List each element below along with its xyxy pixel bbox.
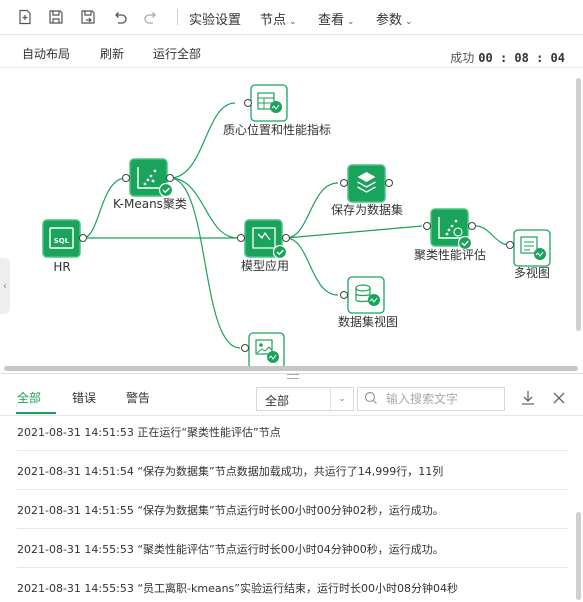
chevron-down-icon: ⌄: [289, 17, 297, 27]
splitter-grip-icon[interactable]: [287, 374, 299, 379]
log-entry: 2021-08-31 14:51:54 “保存为数据集”节点数据加载成功，共运行…: [17, 465, 444, 478]
menu-params[interactable]: 参数 ⌄: [376, 9, 413, 28]
menu-label: 参数: [376, 13, 403, 28]
menu-label: 节点: [260, 13, 287, 28]
log-list: 2021-08-31 14:51:53 正在运行“聚类性能评估”节点 2021-…: [0, 416, 583, 602]
svg-text:SQL: SQL: [54, 237, 70, 245]
workflow-canvas[interactable]: SQL HR K-Means聚类 质心位置和性能指标 模型应用 保存为数据集 数…: [0, 68, 583, 370]
tab-errors[interactable]: 错误: [72, 389, 96, 406]
run-all-button[interactable]: 运行全部: [153, 45, 201, 62]
workflow-graph: SQL: [42, 84, 551, 369]
chevron-down-icon: ⌄: [405, 17, 413, 27]
node-cluster-eval[interactable]: [423, 208, 476, 251]
log-entry: 2021-08-31 14:51:55 “保存为数据集”节点运行时长00小时00…: [17, 504, 444, 517]
menu-view[interactable]: 查看 ⌄: [318, 9, 355, 28]
run-status-label: 成功: [450, 51, 475, 65]
canvas-horizontal-scrollbar[interactable]: [4, 366, 578, 371]
new-file-icon[interactable]: [14, 6, 36, 28]
node-label-hr: HR: [53, 260, 71, 274]
sidebar-collapse-handle[interactable]: ‹: [0, 258, 10, 314]
log-divider: [17, 489, 568, 490]
log-search: [357, 387, 505, 411]
node-label-cluster-eval: 聚类性能评估: [413, 248, 486, 262]
close-icon[interactable]: [550, 389, 570, 409]
run-status: 成功 00 : 08 : 04: [450, 49, 565, 66]
canvas-actions-bar: 自动布局 刷新 运行全部 成功 00 : 08 : 04: [0, 35, 583, 68]
tab-all[interactable]: 全部: [17, 389, 41, 406]
node-label-model-apply: 模型应用: [240, 259, 289, 273]
node-label-dataset-view: 数据集视图: [337, 315, 398, 329]
log-entry: 2021-08-31 14:51:53 正在运行“聚类性能评估”节点: [17, 426, 281, 439]
elapsed-time: 00 : 08 : 04: [478, 51, 565, 65]
log-filter-select[interactable]: 全部 ⌄: [256, 387, 354, 411]
download-icon[interactable]: [519, 389, 539, 409]
undo-icon[interactable]: [109, 6, 131, 28]
toolbar: 实验设置 节点 ⌄ 查看 ⌄ 参数 ⌄: [0, 0, 583, 35]
node-save-dataset[interactable]: [340, 164, 393, 203]
edge-kmeans-centroid: [169, 102, 236, 179]
menu-label: 查看: [318, 13, 345, 28]
refresh-button[interactable]: 刷新: [100, 45, 124, 62]
log-entry: 2021-08-31 14:55:53 “员工离职-kmeans”实验运行结束，…: [17, 582, 458, 595]
node-label-kmeans: K-Means聚类: [113, 197, 187, 211]
menu-nodes[interactable]: 节点 ⌄: [260, 9, 297, 28]
log-filter-value: 全部: [265, 394, 290, 408]
node-label-centroid: 质心位置和性能指标: [222, 123, 331, 137]
node-label-save-dataset: 保存为数据集: [330, 203, 403, 217]
save-icon[interactable]: [45, 6, 67, 28]
node-kmeans[interactable]: [122, 158, 174, 198]
toolbar-separator: [177, 9, 178, 25]
log-scrollbar[interactable]: [576, 512, 581, 600]
canvas-vertical-scrollbar[interactable]: [576, 78, 581, 331]
node-hr[interactable]: SQL: [42, 219, 87, 258]
node-dataset-view[interactable]: [340, 276, 385, 314]
log-entry: 2021-08-31 14:55:53 “聚类性能评估”节点运行时长00小时04…: [17, 543, 444, 556]
node-centroid[interactable]: [244, 84, 288, 122]
node-multi-view[interactable]: [506, 229, 551, 267]
menu-experiment-settings[interactable]: 实验设置: [189, 9, 241, 28]
node-label-multi-view: 多视图: [513, 266, 550, 280]
redo-icon[interactable]: [140, 6, 162, 28]
auto-layout-button[interactable]: 自动布局: [22, 45, 70, 62]
node-image-view[interactable]: [241, 332, 285, 369]
save-as-icon[interactable]: [77, 6, 99, 28]
menu-label: 实验设置: [189, 13, 242, 28]
log-divider: [17, 450, 568, 451]
node-model-apply[interactable]: [237, 219, 290, 260]
log-search-input[interactable]: [386, 390, 501, 408]
chevron-down-icon: ⌄: [330, 388, 353, 410]
edge-eval-multiview: [475, 225, 511, 246]
log-divider: [17, 528, 568, 529]
tab-warnings[interactable]: 警告: [126, 389, 150, 406]
chevron-down-icon: ⌄: [347, 17, 355, 27]
search-icon: [364, 391, 378, 408]
log-divider: [17, 567, 568, 568]
edge-model-eval: [285, 225, 423, 239]
chevron-left-icon: ‹: [3, 280, 7, 292]
active-tab-indicator: [16, 412, 56, 414]
